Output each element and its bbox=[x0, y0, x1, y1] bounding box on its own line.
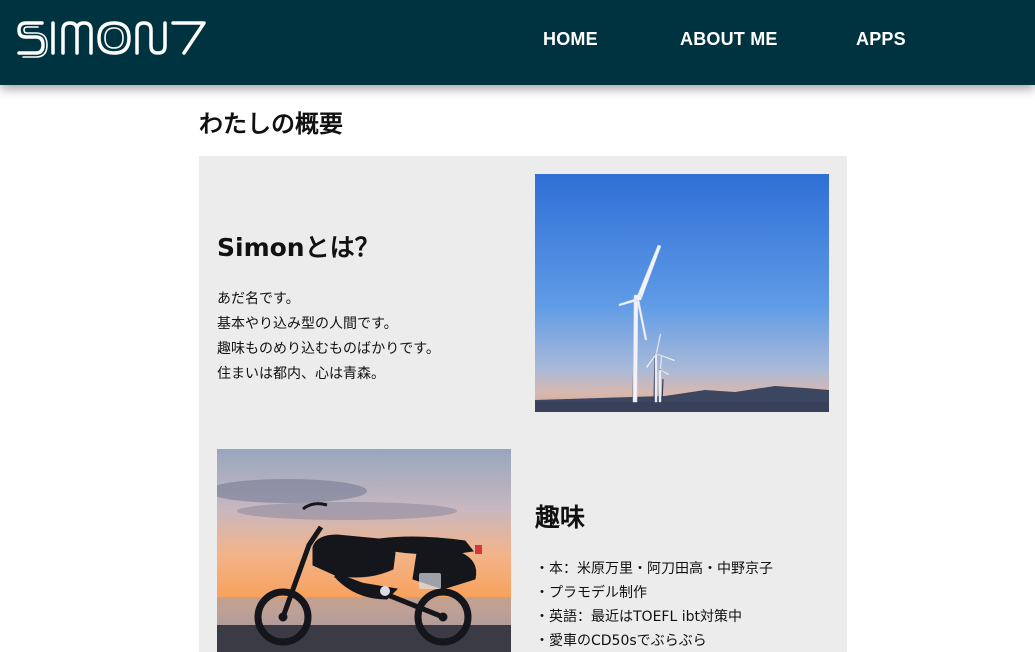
page-title: わたしの概要 bbox=[199, 110, 343, 138]
nav-home-link[interactable]: HOME bbox=[543, 29, 598, 50]
nav-about-me-link[interactable]: ABOUT ME bbox=[680, 29, 778, 50]
hobby-item: ・本：米原万里・阿刀田高・中野京子 bbox=[535, 561, 773, 577]
motorcycle-photo bbox=[217, 449, 511, 652]
site-logo[interactable] bbox=[16, 18, 208, 58]
about-line: あだ名です。 bbox=[217, 291, 300, 307]
hobby-item: ・愛車のCD50sでぶらぶら bbox=[535, 633, 707, 649]
hobby-heading: 趣味 bbox=[535, 503, 586, 532]
hobby-item: ・英語：最近はTOEFL ibt対策中 bbox=[535, 609, 742, 625]
hobby-item: ・プラモデル制作 bbox=[535, 585, 647, 601]
about-line: 趣味ものめり込むものばかりです。 bbox=[217, 341, 440, 357]
profile-panel: Simonとは？ あだ名です。 基本やり込み型の人間です。 趣味ものめり込むもの… bbox=[199, 156, 847, 652]
about-line: 基本やり込み型の人間です。 bbox=[217, 316, 398, 332]
nav-apps-link[interactable]: APPS bbox=[856, 29, 906, 50]
about-line: 住まいは都内、心は青森。 bbox=[217, 366, 385, 382]
hobby-list: ・本：米原万里・阿刀田高・中野京子 ・プラモデル制作 ・英語：最近はTOEFL … bbox=[535, 557, 773, 652]
about-text: あだ名です。 基本やり込み型の人間です。 趣味ものめり込むものばかりです。 住ま… bbox=[217, 287, 440, 387]
wind-turbine-photo bbox=[535, 174, 829, 412]
simon7-logo-icon bbox=[17, 21, 206, 58]
site-header: HOME ABOUT ME APPS bbox=[0, 0, 1035, 85]
about-heading: Simonとは？ bbox=[217, 233, 380, 262]
